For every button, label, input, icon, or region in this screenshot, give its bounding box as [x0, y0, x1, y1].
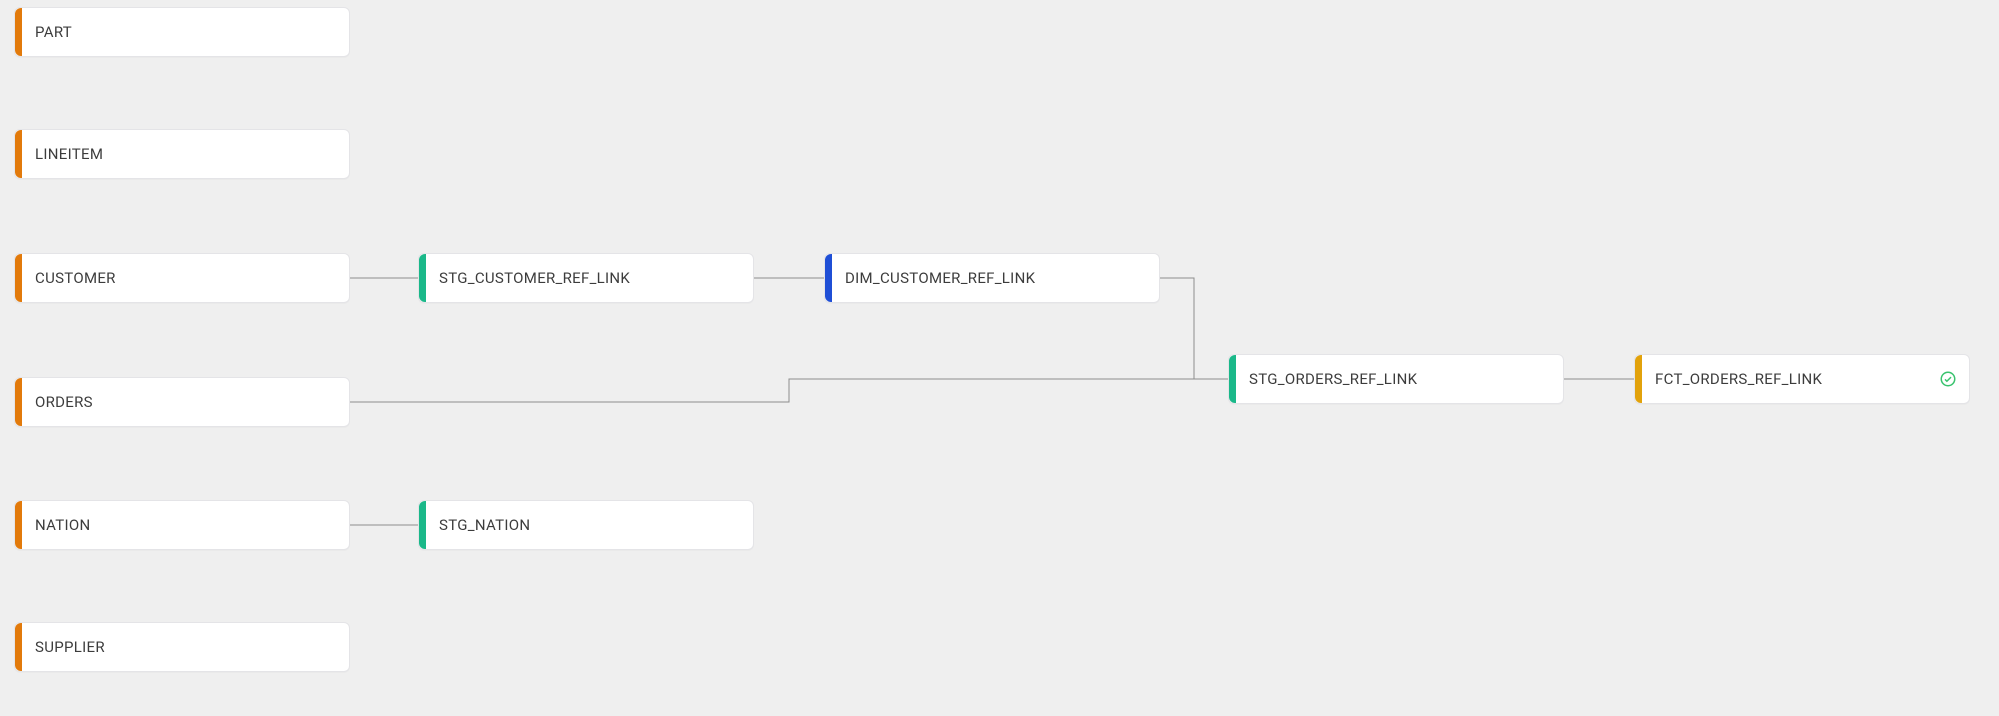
node-accent: [1229, 355, 1236, 403]
node-stg-nation[interactable]: STG_NATION: [418, 500, 754, 550]
node-label: SUPPLIER: [35, 638, 105, 656]
node-accent: [15, 501, 22, 549]
node-accent: [825, 254, 832, 302]
status-success-icon: [1939, 370, 1957, 388]
node-accent: [419, 254, 426, 302]
node-part[interactable]: PART: [14, 7, 350, 57]
node-label: DIM_CUSTOMER_REF_LINK: [845, 269, 1035, 287]
node-supplier[interactable]: SUPPLIER: [14, 622, 350, 672]
node-fct-orders-ref-link[interactable]: FCT_ORDERS_REF_LINK: [1634, 354, 1970, 404]
node-label: NATION: [35, 516, 91, 534]
node-label: ORDERS: [35, 393, 93, 411]
node-label: STG_CUSTOMER_REF_LINK: [439, 269, 630, 287]
edge: [1160, 278, 1228, 379]
node-label: PART: [35, 23, 72, 41]
edge: [350, 379, 1228, 402]
node-label: FCT_ORDERS_REF_LINK: [1655, 370, 1822, 388]
node-lineitem[interactable]: LINEITEM: [14, 129, 350, 179]
node-label: LINEITEM: [35, 145, 103, 163]
node-accent: [419, 501, 426, 549]
node-customer[interactable]: CUSTOMER: [14, 253, 350, 303]
node-label: CUSTOMER: [35, 269, 116, 287]
node-stg-customer-ref-link[interactable]: STG_CUSTOMER_REF_LINK: [418, 253, 754, 303]
node-accent: [15, 254, 22, 302]
node-nation[interactable]: NATION: [14, 500, 350, 550]
node-dim-customer-ref-link[interactable]: DIM_CUSTOMER_REF_LINK: [824, 253, 1160, 303]
node-accent: [15, 130, 22, 178]
node-label: STG_NATION: [439, 516, 530, 534]
node-accent: [15, 8, 22, 56]
node-accent: [15, 623, 22, 671]
node-label: STG_ORDERS_REF_LINK: [1249, 370, 1417, 388]
node-accent: [1635, 355, 1642, 403]
node-stg-orders-ref-link[interactable]: STG_ORDERS_REF_LINK: [1228, 354, 1564, 404]
lineage-canvas[interactable]: PART LINEITEM CUSTOMER ORDERS NATION SUP…: [0, 0, 1999, 716]
node-accent: [15, 378, 22, 426]
node-orders[interactable]: ORDERS: [14, 377, 350, 427]
